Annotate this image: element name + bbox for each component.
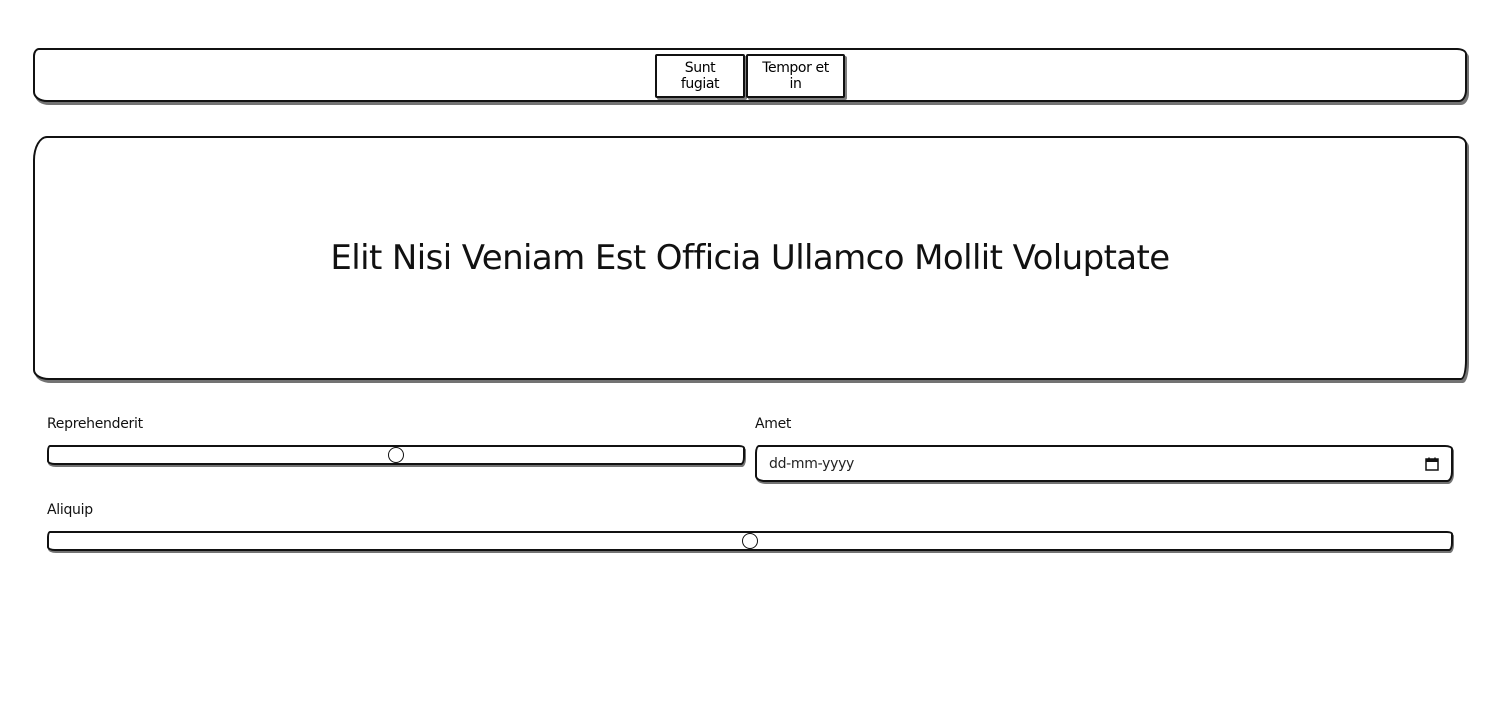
aliquip-slider-thumb[interactable] (742, 533, 758, 549)
aliquip-slider[interactable] (47, 531, 1453, 551)
aliquip-label: Aliquip (47, 502, 93, 518)
reprehenderit-label: Reprehenderit (47, 416, 143, 432)
nav-button-sunt-fugiat[interactable]: Sunt fugiat (655, 54, 745, 98)
hero-title: Elit Nisi Veniam Est Officia Ullamco Mol… (330, 238, 1170, 278)
page: Sunt fugiat Tempor et in Elit Nisi Venia… (0, 0, 1500, 720)
nav-button-group: Sunt fugiat Tempor et in (655, 54, 845, 98)
amet-label: Amet (755, 416, 792, 432)
hero-panel: Elit Nisi Veniam Est Officia Ullamco Mol… (33, 136, 1467, 380)
amet-date-placeholder: dd-mm-yyyy (769, 455, 855, 472)
calendar-icon[interactable] (1425, 457, 1439, 471)
reprehenderit-slider-thumb[interactable] (388, 447, 404, 463)
reprehenderit-slider[interactable] (47, 445, 745, 465)
nav-button-tempor-et-in[interactable]: Tempor et in (746, 54, 845, 98)
amet-date-input[interactable]: dd-mm-yyyy (755, 445, 1453, 482)
